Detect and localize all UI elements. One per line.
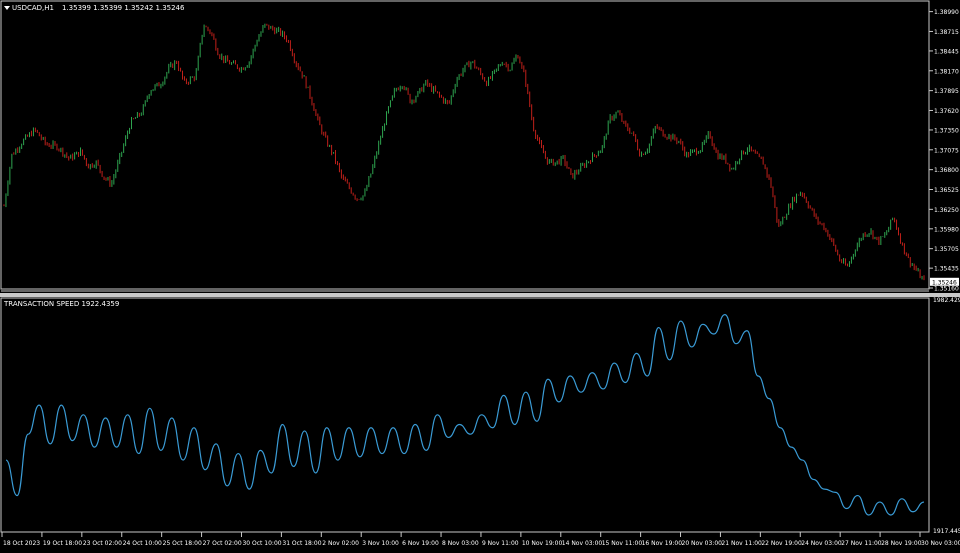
time-tick-label: 14 Nov 03:00 <box>562 540 603 547</box>
price-tick-label: 1.38445 <box>934 48 959 55</box>
time-tick-label: 31 Oct 18:00 <box>282 540 321 547</box>
chart-canvas[interactable]: 1.38990 1.38715 1.38445 1.38170 1.37895 1.376… <box>0 0 960 549</box>
price-tick-label: 1.35705 <box>934 246 959 253</box>
pane-separator[interactable] <box>0 293 960 297</box>
price-tick-label: 1.38715 <box>934 29 959 36</box>
time-tick-label: 30 Oct 10:00 <box>242 540 281 547</box>
ohlc-values: 1.35399 1.35399 1.35242 1.35246 <box>62 4 185 12</box>
symbol-header[interactable]: USDCAD,H1 1.35399 1.35399 1.35242 1.3524… <box>4 4 185 12</box>
price-tick-label: 1.37075 <box>934 147 959 154</box>
price-tick-label: 1.37620 <box>934 108 959 115</box>
time-tick-label: 10 Nov 19:00 <box>522 540 563 547</box>
price-tick-label: 1.36800 <box>934 167 959 174</box>
time-tick-label: 2 Nov 02:00 <box>322 540 359 547</box>
time-tick-label: 8 Nov 03:00 <box>442 540 479 547</box>
price-tick-label: 1.35160 <box>934 286 959 293</box>
time-tick-label: 27 Nov 11:00 <box>841 540 882 547</box>
symbol-label: USDCAD,H1 <box>12 4 54 12</box>
indicator-tick-label: 1917.4454 <box>933 528 960 535</box>
price-tick-label: 1.38170 <box>934 68 959 75</box>
price-tick-label: 1.35435 <box>934 266 959 273</box>
time-tick-label: 18 Oct 2023 <box>3 540 40 547</box>
indicator-tick-label: 1982.4293 <box>933 297 960 304</box>
chart-background <box>0 0 960 549</box>
current-price-label: 1.35246 <box>932 279 957 286</box>
chart-window: 1.38990 1.38715 1.38445 1.38170 1.37895 1.376… <box>0 0 960 549</box>
time-tick-label: 23 Oct 02:00 <box>83 540 122 547</box>
price-tick-label: 1.35980 <box>934 226 959 233</box>
indicator-label: TRANSACTION SPEED 1922.4359 <box>3 300 119 308</box>
time-tick-label: 30 Nov 03:00 <box>921 540 960 547</box>
price-tick-label: 1.36250 <box>934 207 959 214</box>
time-tick-label: 6 Nov 19:00 <box>402 540 439 547</box>
time-tick-label: 27 Oct 02:00 <box>203 540 242 547</box>
time-tick-label: 24 Oct 10:00 <box>123 540 162 547</box>
time-tick-label: 25 Oct 18:00 <box>163 540 202 547</box>
price-tick-label: 1.37895 <box>934 88 959 95</box>
time-tick-label: 22 Nov 19:00 <box>761 540 802 547</box>
time-tick-label: 28 Nov 19:00 <box>881 540 922 547</box>
time-tick-label: 3 Nov 10:00 <box>362 540 399 547</box>
time-tick-label: 16 Nov 19:00 <box>642 540 683 547</box>
time-tick-label: 21 Nov 11:00 <box>721 540 762 547</box>
time-tick-label: 19 Oct 18:00 <box>43 540 82 547</box>
time-tick-label: 24 Nov 03:00 <box>801 540 842 547</box>
price-tick-label: 1.38990 <box>934 9 959 16</box>
price-axis: 1.38990 1.38715 1.38445 1.38170 1.37895 1.376… <box>929 9 959 293</box>
price-tick-label: 1.36525 <box>934 187 959 194</box>
time-tick-label: 15 Nov 11:00 <box>602 540 643 547</box>
time-tick-label: 9 Nov 11:00 <box>482 540 519 547</box>
price-tick-label: 1.37350 <box>934 127 959 134</box>
time-tick-label: 20 Nov 03:00 <box>682 540 723 547</box>
